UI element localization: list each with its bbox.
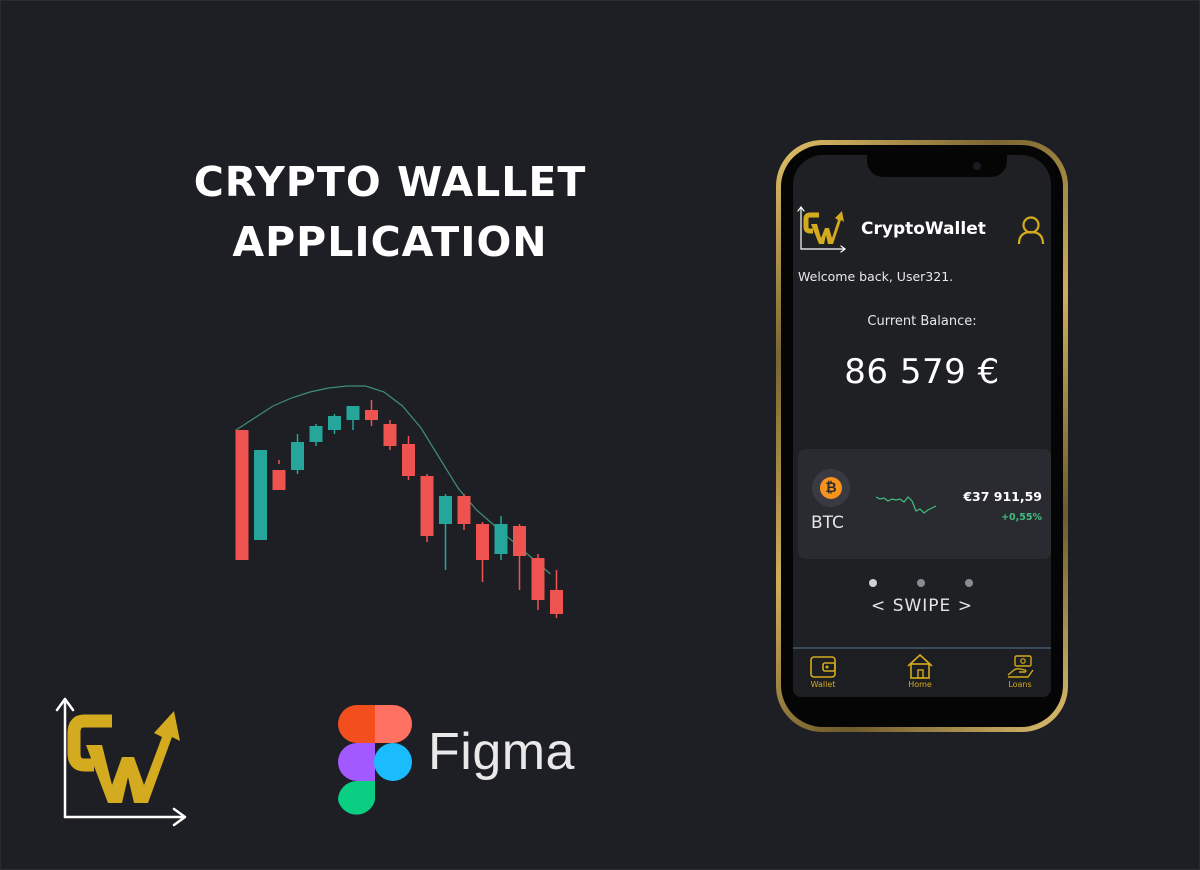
nav-item-wallet[interactable]: Wallet <box>793 653 853 689</box>
candle-up <box>328 416 341 430</box>
balance-label: Current Balance: <box>867 314 977 329</box>
phone-body: CryptoWallet Welcome back, User321. Curr… <box>781 145 1063 727</box>
candle-down <box>235 430 249 560</box>
app-title: CryptoWallet <box>861 219 986 239</box>
candlestick-chart <box>235 385 563 618</box>
candle-down <box>420 476 434 536</box>
nav-item-loans[interactable]: Loans <box>990 653 1050 689</box>
front-camera <box>973 162 981 170</box>
candle-down <box>550 590 563 614</box>
phone-notch <box>867 155 1007 177</box>
profile-icon[interactable] <box>1017 215 1045 245</box>
candle-down <box>272 470 286 490</box>
app-logo-icon <box>797 206 846 253</box>
welcome-message: Welcome back, User321. <box>798 269 954 284</box>
balance-value: 86 579 € <box>844 352 1000 392</box>
wallet-icon <box>810 656 836 678</box>
nav-label-loans: Loans <box>1008 680 1032 689</box>
phone-mockup: CryptoWallet Welcome back, User321. Curr… <box>776 140 1068 732</box>
bitcoin-icon: ₿ <box>812 469 850 507</box>
home-icon <box>907 653 933 679</box>
candle-down <box>513 526 526 556</box>
candle-down <box>402 444 415 476</box>
nav-item-home[interactable]: Home <box>890 653 950 689</box>
candle-down <box>531 558 545 600</box>
figma-logo <box>338 705 412 815</box>
nav-label-home: Home <box>908 680 932 689</box>
coin-card-btc[interactable]: ₿ BTC €37 911,59 +0,55% <box>798 449 1051 559</box>
candle-down <box>365 410 378 420</box>
price-sparkline <box>876 496 936 514</box>
headline: CRYPTO WALLET APPLICATION <box>130 152 650 272</box>
bitcoin-glyph: ₿ <box>820 477 842 499</box>
swipe-hint[interactable]: < SWIPE > <box>793 596 1051 616</box>
candle-down <box>457 496 471 524</box>
cryptowallet-logo <box>55 697 187 827</box>
headline-line-1: CRYPTO WALLET <box>193 158 587 206</box>
headline-line-2: APPLICATION <box>232 218 548 266</box>
figma-wordmark: Figma <box>428 723 575 781</box>
loans-icon <box>1007 655 1034 678</box>
coin-price: €37 911,59 <box>963 489 1042 504</box>
coin-change: +0,55% <box>1001 512 1042 523</box>
candle-up <box>346 406 360 420</box>
bottom-nav: Wallet Home Loans <box>793 647 1051 697</box>
candle-up <box>291 442 304 470</box>
candle-down <box>476 524 489 560</box>
carousel-dot[interactable] <box>965 579 973 587</box>
candle-up <box>309 426 323 442</box>
carousel-dot[interactable] <box>917 579 925 587</box>
app-screen: CryptoWallet Welcome back, User321. Curr… <box>793 155 1051 697</box>
carousel-dot[interactable] <box>869 579 877 587</box>
nav-label-wallet: Wallet <box>810 680 836 689</box>
carousel-dots <box>869 579 979 589</box>
candle-up <box>494 524 508 554</box>
candle-down <box>383 424 397 446</box>
coin-symbol: BTC <box>811 513 844 533</box>
candle-up <box>439 496 452 524</box>
candle-up <box>254 450 267 540</box>
